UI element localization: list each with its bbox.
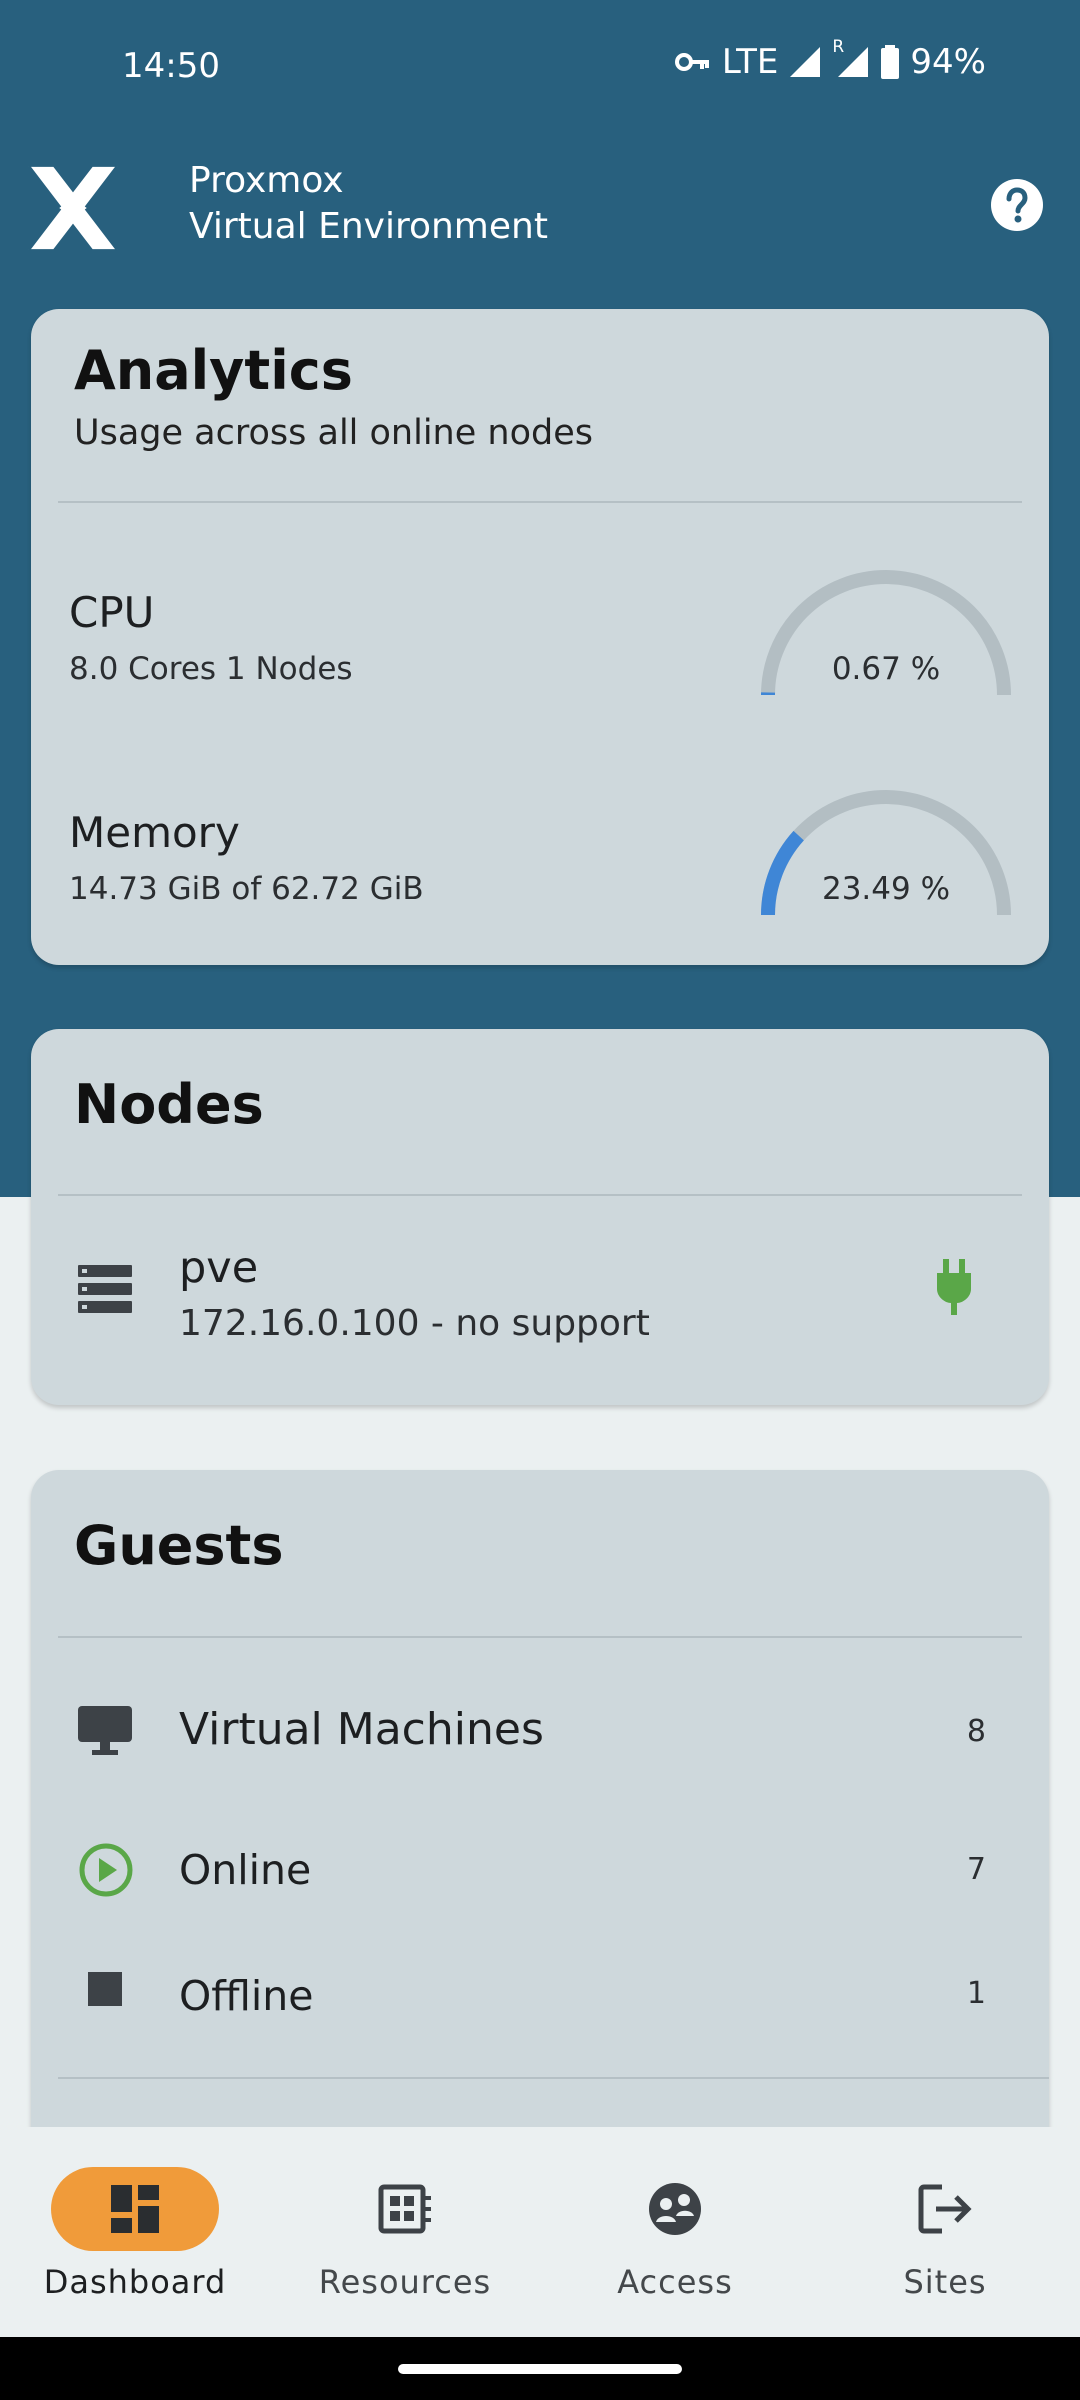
guest-row-count: 8 bbox=[966, 1714, 986, 1749]
guests-title: Guests bbox=[74, 1514, 284, 1577]
nodes-title: Nodes bbox=[74, 1073, 264, 1136]
memory-percent: 23.49 % bbox=[821, 871, 951, 907]
node-item-pve[interactable]: pve 172.16.0.100 - no support bbox=[31, 1229, 1049, 1379]
gesture-navigation-area bbox=[0, 2337, 1080, 2400]
nav-access-pill bbox=[591, 2167, 759, 2251]
analytics-title: Analytics bbox=[74, 339, 353, 402]
nav-dashboard-pill bbox=[51, 2167, 219, 2251]
nav-sites-pill bbox=[861, 2167, 1029, 2251]
nav-resources-label: Resources bbox=[318, 2263, 492, 2301]
app-bar: Proxmox Virtual Environment bbox=[0, 150, 1080, 260]
analytics-card: Analytics Usage across all online nodes … bbox=[31, 309, 1049, 965]
nav-dashboard-label: Dashboard bbox=[43, 2263, 227, 2301]
bottom-navigation: Dashboard Resources Access Sites bbox=[0, 2127, 1080, 2337]
server-icon bbox=[78, 1265, 132, 1313]
node-name: pve bbox=[179, 1243, 259, 1293]
dashboard-icon bbox=[111, 2185, 159, 2233]
vpn-key-icon bbox=[674, 53, 709, 71]
guest-row-offline[interactable]: Offline 1 bbox=[31, 1964, 1049, 2074]
signal-icon bbox=[790, 47, 821, 77]
help-icon[interactable] bbox=[990, 178, 1044, 232]
nav-resources[interactable]: Resources bbox=[305, 2167, 505, 2301]
guest-row-virtual-machines[interactable]: Virtual Machines 8 bbox=[31, 1700, 1049, 1810]
proxmox-logo-icon bbox=[25, 165, 121, 251]
signal-roaming-icon bbox=[838, 47, 869, 77]
status-icons: LTE R 94% bbox=[674, 37, 986, 82]
nodes-divider bbox=[58, 1194, 1022, 1196]
nav-sites[interactable]: Sites bbox=[845, 2167, 1045, 2301]
guest-row-online[interactable]: Online 7 bbox=[31, 1836, 1049, 1946]
monitor-icon bbox=[78, 1706, 132, 1755]
network-type: LTE bbox=[721, 42, 779, 82]
guests-card: Guests Virtual Machines 8 Online 7 Offli… bbox=[31, 1470, 1049, 2230]
guests-bottom-divider bbox=[58, 2077, 1049, 2079]
guest-row-label: Online bbox=[179, 1846, 312, 1894]
node-detail: 172.16.0.100 - no support bbox=[179, 1303, 650, 1344]
nav-sites-label: Sites bbox=[903, 2263, 987, 2301]
cpu-detail: 8.0 Cores 1 Nodes bbox=[69, 651, 353, 687]
stop-icon bbox=[88, 1972, 122, 2006]
app-title-line1: Proxmox bbox=[189, 160, 344, 201]
guest-row-count: 7 bbox=[966, 1852, 986, 1887]
nav-resources-pill bbox=[321, 2167, 489, 2251]
status-time: 14:50 bbox=[122, 46, 220, 86]
roaming-signal: R bbox=[832, 37, 870, 79]
app-title: Proxmox Virtual Environment bbox=[189, 158, 548, 250]
app-title-line2: Virtual Environment bbox=[189, 206, 548, 247]
nav-access-label: Access bbox=[617, 2263, 733, 2301]
analytics-subtitle: Usage across all online nodes bbox=[74, 413, 593, 453]
resources-icon bbox=[378, 2184, 431, 2234]
cpu-label: CPU bbox=[69, 588, 155, 637]
battery-icon bbox=[881, 45, 900, 79]
nav-dashboard[interactable]: Dashboard bbox=[35, 2167, 235, 2301]
battery-level: 94% bbox=[910, 42, 986, 82]
nodes-card: Nodes pve 172.16.0.100 - no support bbox=[31, 1029, 1049, 1405]
status-bar: 14:50 LTE R 94% bbox=[0, 0, 1080, 130]
plug-icon bbox=[937, 1259, 971, 1315]
access-icon bbox=[649, 2183, 701, 2235]
guest-row-label: Virtual Machines bbox=[179, 1704, 544, 1755]
guests-divider bbox=[58, 1636, 1022, 1638]
cpu-percent: 0.67 % bbox=[831, 651, 941, 687]
gesture-handle[interactable] bbox=[398, 2364, 682, 2374]
memory-detail: 14.73 GiB of 62.72 GiB bbox=[69, 871, 424, 907]
guest-row-count: 1 bbox=[966, 1976, 986, 2011]
guest-row-label: Offline bbox=[179, 1972, 314, 2020]
analytics-divider bbox=[58, 501, 1022, 503]
sites-icon bbox=[918, 2184, 972, 2234]
memory-label: Memory bbox=[69, 808, 240, 857]
play-circle-icon bbox=[79, 1843, 133, 1897]
nav-access[interactable]: Access bbox=[575, 2167, 775, 2301]
